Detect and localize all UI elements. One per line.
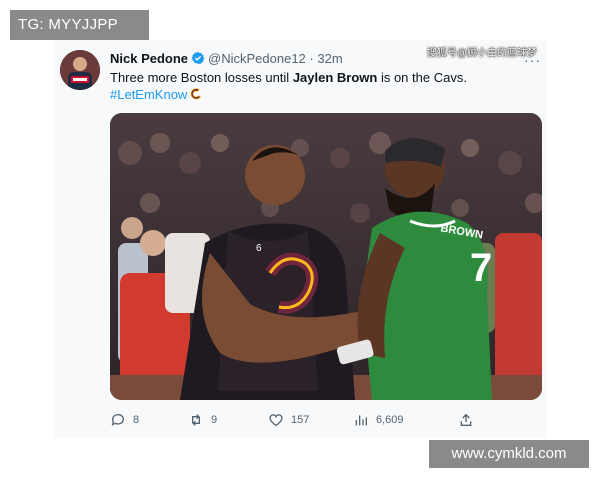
- tweet-photo[interactable]: 6 7 BROWN: [110, 113, 542, 400]
- separator-dot: ·: [309, 51, 314, 66]
- tweet-text-part1: Three more Boston losses until: [110, 70, 293, 85]
- verified-badge-icon: [191, 51, 205, 65]
- tweet-timestamp[interactable]: 32m: [317, 51, 342, 66]
- views-count: 6,609: [376, 414, 404, 426]
- right-jersey-number: 7: [470, 246, 492, 290]
- retweet-icon: [192, 414, 200, 426]
- like-icon: [269, 414, 283, 427]
- retweet-button[interactable]: 9: [188, 410, 217, 430]
- tweet-actions: 8 9 157 6,609: [110, 410, 480, 430]
- website-watermark: www.cymkld.com: [429, 440, 589, 468]
- tg-label-overlay: TG: MYYJJPP: [10, 10, 149, 40]
- reply-icon: [111, 414, 124, 426]
- profile-avatar-icon: [60, 50, 100, 90]
- cavs-logo-icon: [190, 88, 202, 100]
- author-avatar[interactable]: [60, 50, 100, 90]
- reply-count: 8: [133, 414, 140, 426]
- hashtag-line: #LetEmKnow: [110, 86, 203, 104]
- like-button[interactable]: 157: [268, 410, 309, 430]
- tweet-header: Nick Pedone @NickPedone12 · 32m: [110, 51, 539, 69]
- views-button[interactable]: 6,609: [353, 410, 404, 430]
- retweet-count: 9: [211, 414, 218, 426]
- author-name[interactable]: Nick Pedone: [110, 51, 188, 66]
- tweet-text-part2: is on the Cavs.: [377, 70, 467, 85]
- tweet-text-bold: Jaylen Brown: [292, 70, 378, 85]
- tweet-card[interactable]: 搜狐号@顾小白的篮球梦 Nick Pedone @NickPedone12 · 3…: [54, 40, 547, 438]
- more-dots-icon[interactable]: ···: [524, 52, 541, 68]
- left-jersey-number: 6: [256, 243, 262, 254]
- players-photo: 6 7 BROWN: [110, 113, 542, 400]
- tweet-text: Three more Boston losses until Jaylen Br…: [110, 69, 467, 87]
- like-count: 157: [291, 414, 310, 426]
- hashtag-link[interactable]: #LetEmKnow: [110, 87, 187, 102]
- share-button[interactable]: [458, 410, 481, 430]
- views-icon: [355, 415, 367, 426]
- share-icon: [460, 413, 472, 426]
- reply-button[interactable]: 8: [110, 410, 139, 430]
- author-handle[interactable]: @NickPedone12: [208, 51, 306, 66]
